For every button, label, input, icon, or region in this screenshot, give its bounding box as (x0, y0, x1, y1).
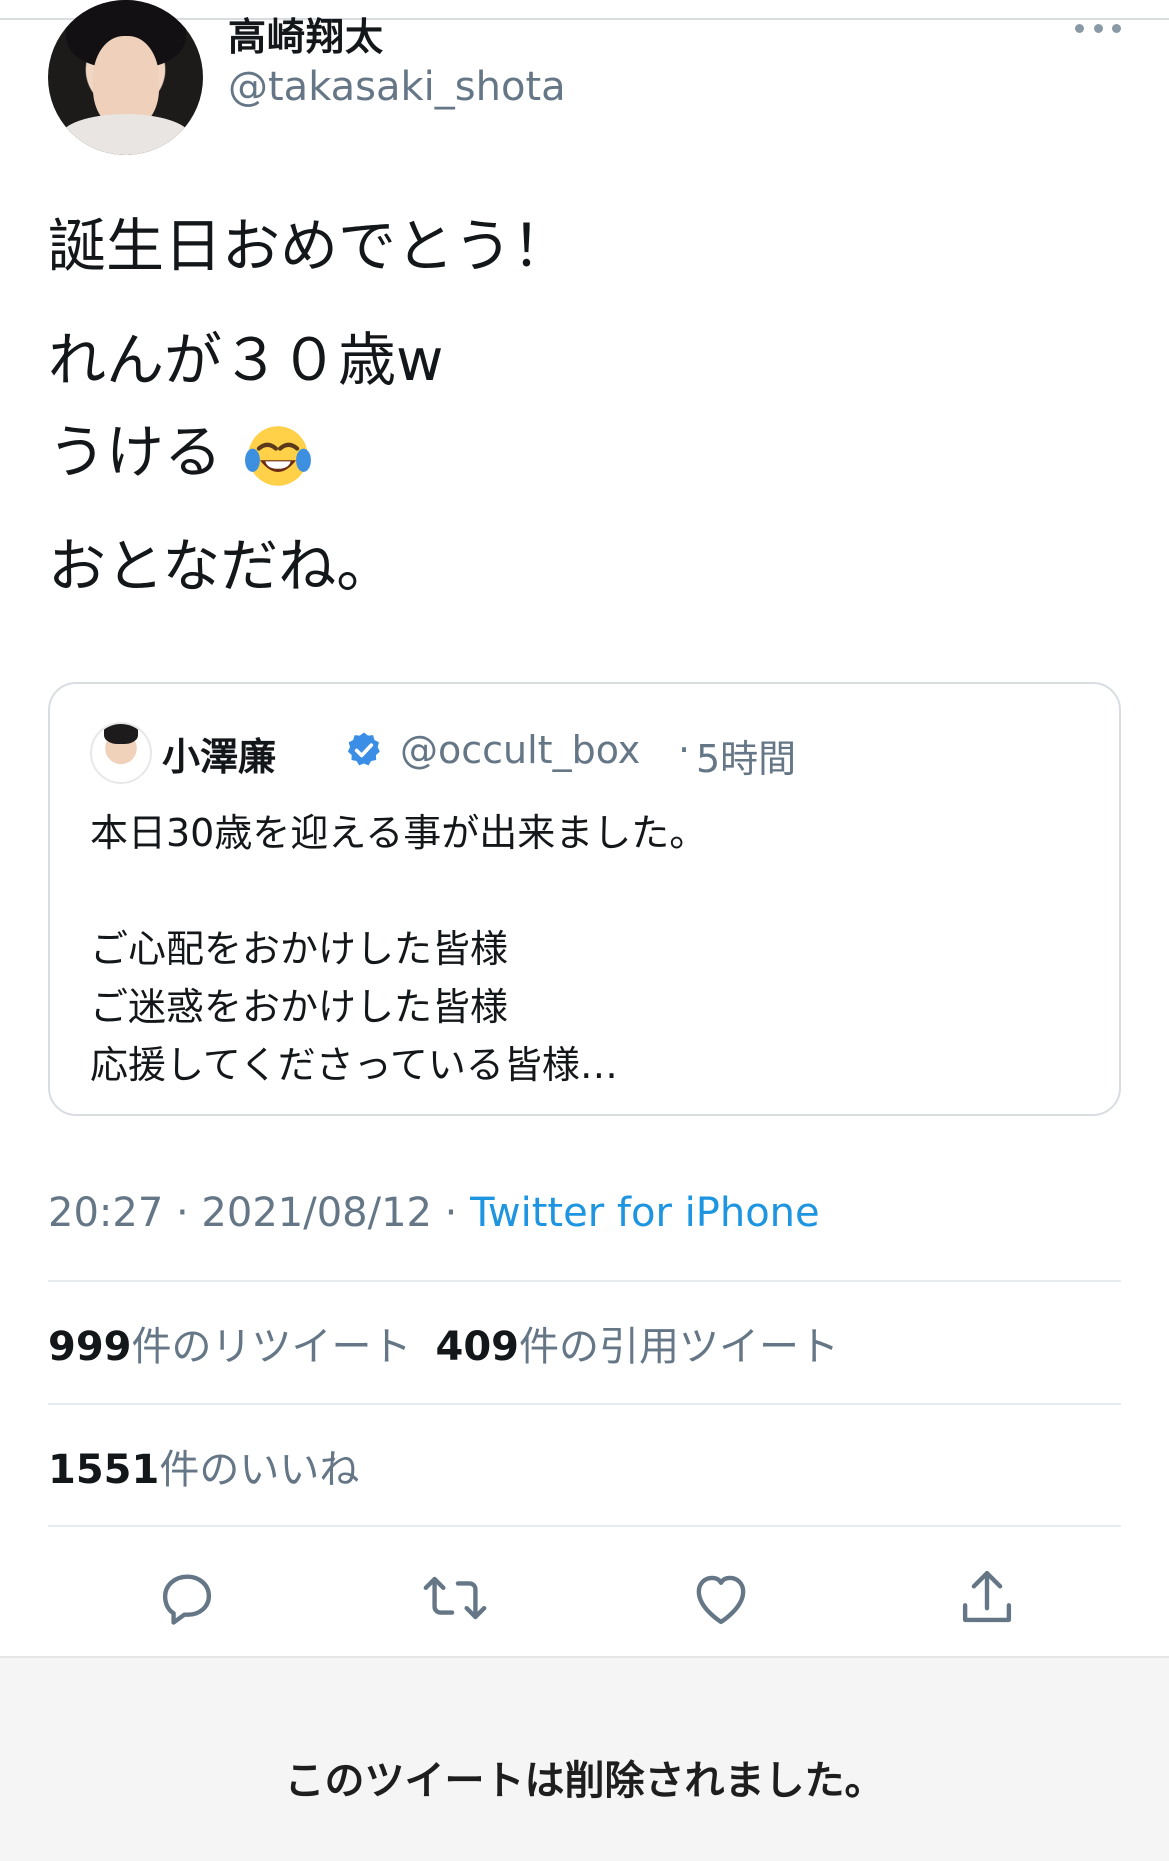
tweet-header: 高崎翔太 @takasaki_shota (48, 0, 1121, 155)
like-icon (696, 1575, 746, 1625)
verified-badge-icon (347, 732, 380, 766)
divider (48, 1525, 1121, 1527)
tweet-body: 誕生日おめでとう！ れんが３０歳w うける おとなだね。 (48, 200, 1121, 612)
quoted-author-display-name: 小澤廉 (162, 735, 277, 779)
retweet-stats-row: 999件のリツイート 409件の引用ツイート (48, 1314, 839, 1372)
quote-tweet-stat[interactable]: 409件の引用ツイート (436, 1324, 840, 1370)
retweet-button[interactable] (420, 1563, 490, 1633)
tweet-text-line: おとなだね。 (48, 532, 395, 600)
tweet-text-fragment: うける (48, 418, 223, 486)
tweet-source-link[interactable]: Twitter for iPhone (470, 1190, 820, 1236)
retweet-label: 件のリツイート (131, 1324, 412, 1370)
quoted-text-line: ご迷惑をおかけした皆様 (90, 985, 509, 1029)
quote-tweet-label: 件の引用ツイート (519, 1324, 839, 1370)
retweet-count: 999 (48, 1324, 132, 1370)
divider (48, 1403, 1121, 1405)
like-button[interactable] (686, 1563, 756, 1633)
tweet-text-line: うける (48, 406, 1121, 498)
tweet-metadata: 20:27 · 2021/08/12 · Twitter for iPhone (48, 1190, 820, 1236)
more-options-icon[interactable] (1075, 20, 1121, 36)
retweet-stat[interactable]: 999件のリツイート (48, 1324, 412, 1370)
quoted-tweet-card[interactable]: 小澤廉 @occult_box · 5時間 本日30歳を迎える事が出来ました。 … (48, 682, 1121, 1116)
likes-count: 1551 (48, 1447, 160, 1493)
share-button[interactable] (952, 1563, 1022, 1633)
tears-of-joy-emoji-icon (245, 426, 312, 486)
tweet-timestamp[interactable]: 20:27 · 2021/08/12 · (48, 1190, 470, 1236)
deleted-tweet-banner: このツイートは削除されました。 (0, 1656, 1169, 1861)
quoted-separator: · (678, 728, 691, 772)
reply-button[interactable] (152, 1563, 222, 1633)
author-avatar[interactable] (48, 0, 203, 155)
author-display-name[interactable]: 高崎翔太 (228, 6, 384, 61)
quoted-text-line: ご心配をおかけした皆様 (90, 927, 509, 971)
deleted-message: このツイートは削除されました。 (284, 1758, 885, 1804)
tweet-text-line: れんが３０歳w (48, 326, 444, 394)
share-icon (962, 1571, 1012, 1623)
quoted-time-ago: 5時間 (696, 737, 797, 781)
quoted-text-line: 応援してくださっている皆様… (90, 1043, 618, 1087)
tweet-action-bar (48, 1535, 1121, 1647)
quoted-author-handle: @occult_box (400, 728, 641, 772)
quoted-tweet-text: 本日30歳を迎える事が出来ました。 ご心配をおかけした皆様 ご迷惑をおかけした皆… (90, 804, 1070, 1094)
divider (48, 1280, 1121, 1282)
reply-icon (162, 1574, 212, 1625)
likes-stats-row[interactable]: 1551件のいいね (48, 1437, 359, 1495)
quoted-author-avatar (90, 722, 152, 784)
quoted-text-line: 本日30歳を迎える事が出来ました。 (90, 811, 708, 855)
quote-tweet-count: 409 (435, 1324, 520, 1370)
tweet-text-line: 誕生日おめでとう！ (48, 212, 571, 280)
retweet-icon (423, 1576, 487, 1620)
author-handle[interactable]: @takasaki_shota (228, 64, 566, 110)
likes-label: 件のいいね (159, 1447, 360, 1493)
